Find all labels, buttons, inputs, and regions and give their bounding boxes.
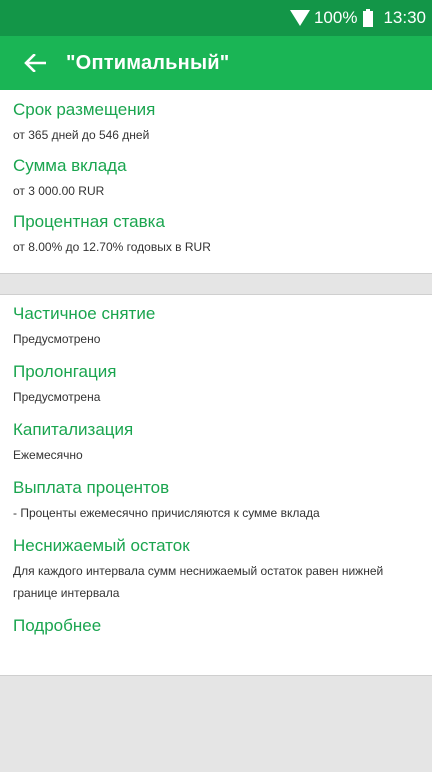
item-title: Частичное снятие: [13, 304, 156, 323]
item-value: Предусмотрена: [13, 390, 101, 404]
more-details-link[interactable]: Подробнее: [0, 616, 432, 636]
deposit-main-info: Срок размещения от 365 дней до 546 дней …: [0, 90, 432, 274]
info-item-amount: Сумма вклада от 3 000.00 RUR: [0, 156, 432, 200]
item-title: Выплата процентов: [13, 478, 170, 497]
status-bar: 100% 13:30: [0, 0, 432, 36]
item-value: от 8.00% до 12.70% годовых в RUR: [13, 240, 211, 254]
deposit-conditions: Частичное снятие Предусмотрено Пролонгац…: [0, 294, 432, 676]
back-arrow-icon[interactable]: [20, 48, 50, 78]
info-item-interest-payment: Выплата процентов - Проценты ежемесячно …: [0, 478, 432, 522]
item-title: Пролонгация: [13, 362, 117, 381]
battery-icon: [363, 9, 374, 27]
item-value: Ежемесячно: [13, 448, 83, 462]
battery-percent: 100%: [313, 8, 358, 27]
wifi-icon: [289, 10, 310, 26]
info-item-rate: Процентная ставка от 8.00% до 12.70% год…: [0, 212, 432, 256]
info-item-partial-withdrawal: Частичное снятие Предусмотрено: [0, 304, 432, 348]
app-bar: "Оптимальный": [0, 36, 432, 90]
item-title: Неснижаемый остаток: [13, 536, 190, 555]
item-value: Для каждого интервала сумм неснижаемый о…: [13, 564, 384, 600]
item-value: от 3 000.00 RUR: [13, 184, 105, 198]
info-item-prolongation: Пролонгация Предусмотрена: [0, 362, 432, 406]
info-item-min-balance: Неснижаемый остаток Для каждого интервал…: [0, 536, 432, 604]
clock: 13:30: [383, 8, 426, 27]
info-item-capitalization: Капитализация Ежемесячно: [0, 420, 432, 464]
item-title: Процентная ставка: [13, 212, 165, 231]
item-value: - Проценты ежемесячно причисляются к сум…: [13, 506, 320, 520]
item-title: Капитализация: [13, 420, 134, 439]
item-value: от 365 дней до 546 дней: [13, 128, 150, 142]
item-title: Сумма вклада: [13, 156, 127, 175]
item-title: Срок размещения: [13, 100, 156, 119]
page-title: "Оптимальный": [66, 51, 230, 74]
section-divider: [0, 274, 432, 294]
info-item-term: Срок размещения от 365 дней до 546 дней: [0, 100, 432, 144]
item-value: Предусмотрено: [13, 332, 101, 346]
